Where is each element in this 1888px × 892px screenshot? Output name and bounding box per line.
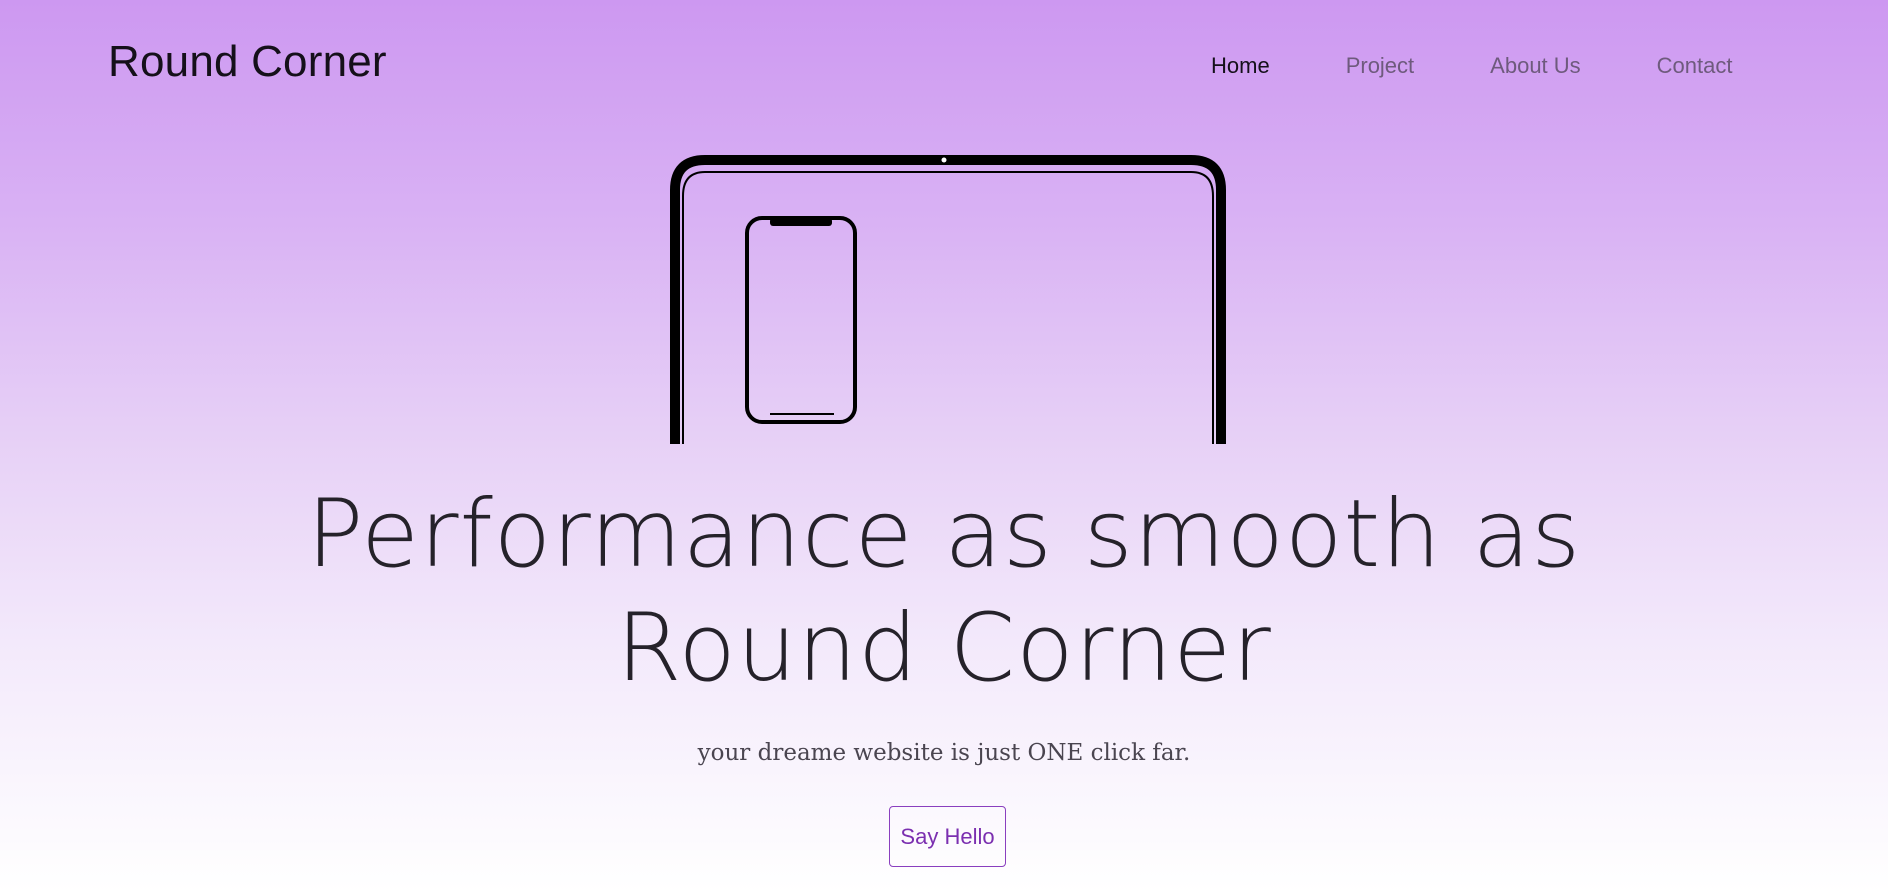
hero-subtext: your dreame website is just ONE click fa… <box>697 740 1191 766</box>
nav-item-home[interactable]: Home <box>1211 52 1270 80</box>
brand-logo-text[interactable]: Round Corner <box>108 36 387 88</box>
say-hello-button[interactable]: Say Hello <box>889 806 1006 867</box>
nav-item-about-us[interactable]: About Us <box>1490 52 1581 80</box>
headline-line-1: Performance as smooth as <box>306 480 1582 589</box>
headline-line-2: Round Corner <box>616 594 1272 703</box>
nav-item-contact[interactable]: Contact <box>1657 52 1733 80</box>
nav-item-project[interactable]: Project <box>1346 52 1414 80</box>
main-nav: Home Project About Us Contact <box>1211 52 1733 80</box>
phone-outline-icon <box>745 216 857 424</box>
hero-illustration <box>670 155 1226 444</box>
hero-headline: Performance as smooth as Round Corner <box>0 478 1888 706</box>
laptop-outline-icon <box>670 155 1226 444</box>
